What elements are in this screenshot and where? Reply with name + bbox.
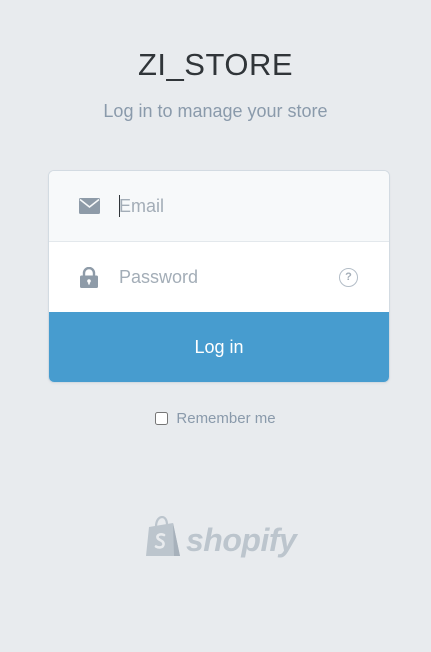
remember-me-label[interactable]: Remember me	[176, 410, 275, 427]
shopify-logo: shopify	[144, 515, 297, 563]
email-input[interactable]	[119, 191, 339, 221]
email-row	[49, 171, 389, 242]
shopify-wordmark: shopify	[186, 521, 297, 558]
shopify-bag-icon	[144, 515, 182, 563]
remember-me-row: Remember me	[0, 410, 431, 427]
envelope-icon	[78, 195, 100, 217]
remember-me-checkbox[interactable]	[155, 412, 169, 425]
password-input[interactable]	[119, 262, 339, 292]
store-title: ZI_STORE	[137, 47, 294, 82]
login-button[interactable]: Log in	[49, 312, 389, 382]
login-subtitle: Log in to manage your store	[103, 101, 328, 121]
question-mark-icon[interactable]: ?	[339, 267, 358, 287]
password-row: ?	[49, 242, 389, 312]
login-form: ? Log in	[48, 170, 390, 383]
lock-icon	[78, 266, 100, 288]
